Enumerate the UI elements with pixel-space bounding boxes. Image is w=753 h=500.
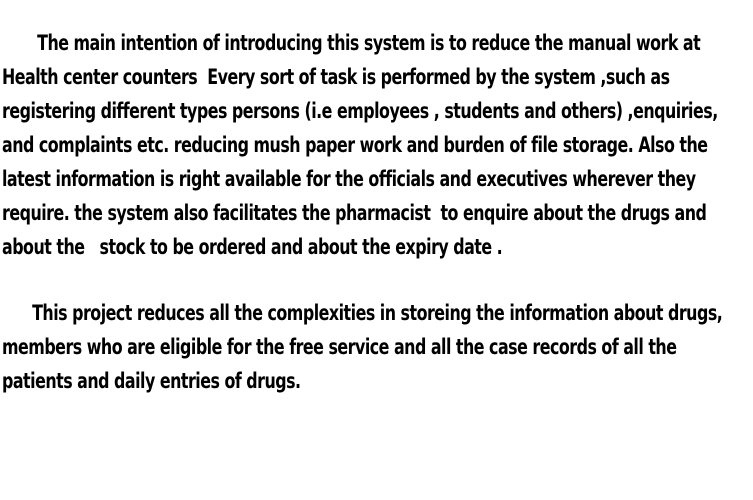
paragraph-line: The main intention of introducing this s… xyxy=(2,31,701,55)
paragraph-system-intention: The main intention of introducing this s… xyxy=(2,26,742,264)
paragraph-line: members who are eligible for the free se… xyxy=(2,335,677,359)
paragraph-line: This project reduces all the complexitie… xyxy=(2,301,723,325)
paragraph-line: Health center counters Every sort of tas… xyxy=(2,65,670,89)
paragraph-line: about the stock to be ordered and about … xyxy=(2,235,503,259)
paragraph-project-benefits: This project reduces all the complexitie… xyxy=(2,296,742,398)
paragraph-line: latest information is right available fo… xyxy=(2,167,696,191)
paragraph-line: patients and daily entries of drugs. xyxy=(2,369,301,393)
paragraph-line: and complaints etc. reducing mush paper … xyxy=(2,133,708,157)
paragraph-line: registering different types persons (i.e… xyxy=(2,99,718,123)
paragraph-line: require. the system also facilitates the… xyxy=(2,201,707,225)
document-page: The main intention of introducing this s… xyxy=(0,0,753,500)
